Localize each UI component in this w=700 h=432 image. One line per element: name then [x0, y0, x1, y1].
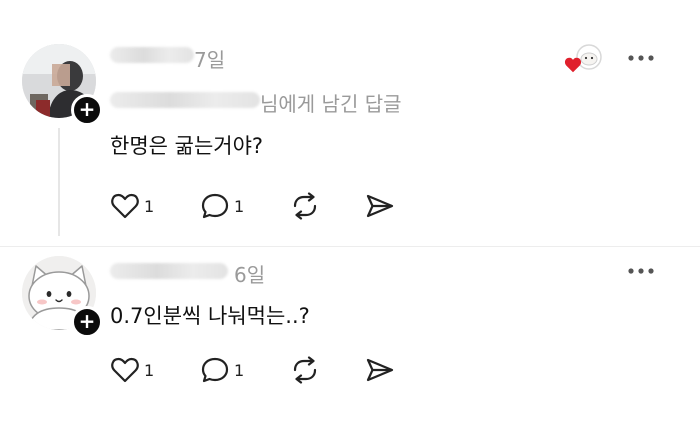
reply-count: 1 — [234, 360, 245, 380]
like-count: 1 — [144, 360, 155, 380]
send-icon — [366, 194, 394, 218]
like-button[interactable]: 1 — [110, 356, 154, 384]
liked-by-author-badge[interactable] — [563, 42, 603, 78]
share-button[interactable] — [364, 356, 396, 384]
more-icon[interactable] — [626, 50, 656, 64]
reply-count: 1 — [234, 196, 245, 216]
thread-line — [58, 128, 60, 236]
comment-body: 한명은 굶는거야? — [110, 134, 264, 158]
repost-button[interactable] — [289, 356, 321, 384]
comment-time: 6일 — [234, 263, 266, 287]
heart-icon — [111, 357, 139, 383]
reply-to-username-blurred[interactable] — [110, 92, 260, 108]
speech-bubble-icon — [201, 357, 229, 383]
follow-plus-icon[interactable]: + — [71, 306, 103, 338]
share-button[interactable] — [364, 192, 396, 220]
username-blurred[interactable] — [110, 47, 194, 63]
comment-body: 0.7인분씩 나눠먹는..? — [110, 304, 310, 328]
follow-plus-icon[interactable]: + — [71, 94, 103, 126]
like-count: 1 — [144, 196, 155, 216]
reply-to-label: 님에게 남긴 답글 — [260, 92, 402, 116]
comment-divider — [0, 246, 700, 247]
send-icon — [366, 358, 394, 382]
speech-bubble-icon — [201, 193, 229, 219]
more-icon[interactable] — [626, 263, 656, 277]
reply-button[interactable]: 1 — [200, 192, 244, 220]
username-blurred[interactable] — [110, 263, 228, 279]
like-button[interactable]: 1 — [110, 192, 154, 220]
comment-time: 7일 — [194, 48, 226, 72]
repost-icon — [293, 192, 317, 220]
heart-icon — [111, 193, 139, 219]
repost-icon — [293, 356, 317, 384]
reply-button[interactable]: 1 — [200, 356, 244, 384]
repost-button[interactable] — [289, 192, 321, 220]
heart-icon — [564, 57, 582, 73]
